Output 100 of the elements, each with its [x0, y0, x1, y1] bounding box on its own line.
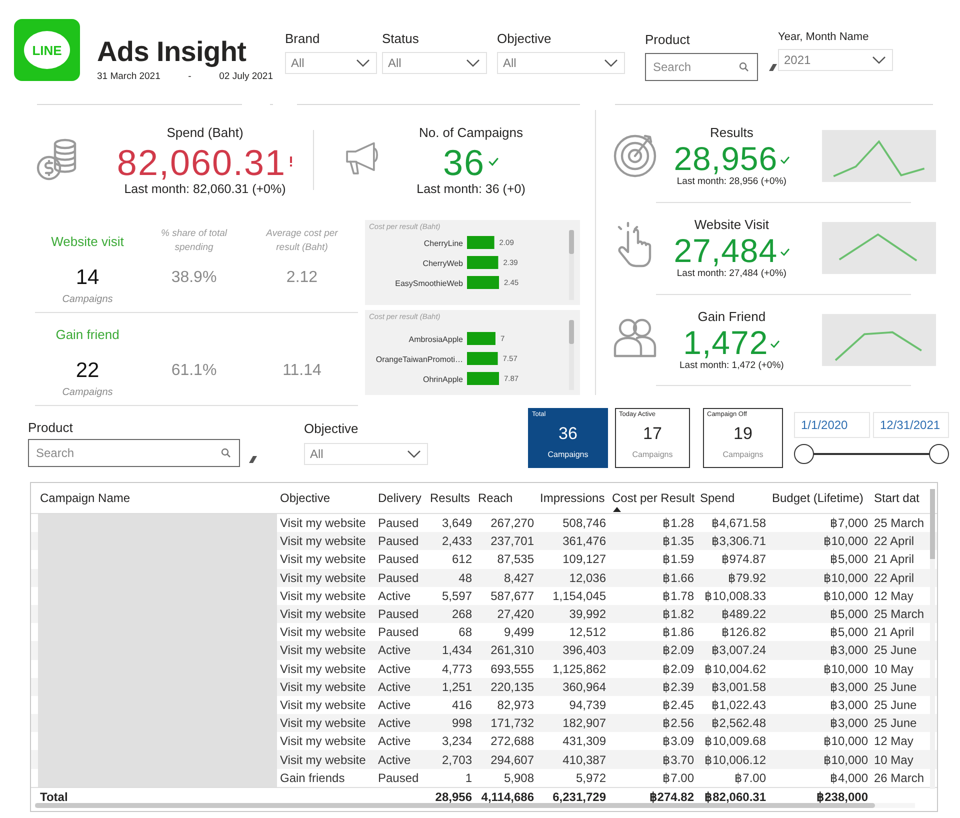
- table-cell-text: ฿1,022.43: [710, 698, 767, 712]
- table-cell-text: ฿5,000: [828, 607, 869, 622]
- slider-handle[interactable]: [794, 444, 814, 464]
- column-header[interactable]: Budget (Lifetime): [769, 491, 871, 513]
- table-cell-text: 10 May: [873, 662, 914, 676]
- table-cell-text: ฿5,000: [828, 625, 869, 640]
- cost-value: 2.12: [286, 269, 318, 287]
- table-cell-text: Paused: [377, 607, 420, 622]
- metric-title: Results: [710, 125, 754, 140]
- table-cell-text: ฿974.87: [720, 552, 767, 566]
- table-cell-text: 26 March: [873, 770, 926, 785]
- table-cell-text: 261,310: [490, 643, 535, 658]
- column-header[interactable]: Objective: [277, 491, 375, 513]
- check-icon: [780, 247, 790, 257]
- table-cell-text: Paused: [377, 516, 420, 530]
- table-cell-text: 5,972: [574, 770, 607, 785]
- total-cell-text: ฿238,000: [816, 790, 869, 804]
- table-cell-text: Visit my website: [279, 734, 367, 748]
- table-cell-text: 360,964: [562, 680, 607, 694]
- table-cell-text: 3,649: [440, 516, 473, 530]
- column-header[interactable]: Start dat: [871, 491, 928, 513]
- search-field[interactable]: Search: [645, 53, 758, 81]
- table-cell-text: Visit my website: [279, 625, 367, 640]
- table-cell-text: 25 June: [873, 680, 918, 694]
- table-cell-text: Visit my website: [279, 752, 367, 767]
- table-cell-text: 431,309: [562, 734, 607, 748]
- table-cell-text: 12,512: [568, 625, 607, 640]
- table-cell-text: 12,036: [568, 570, 607, 585]
- range-slider[interactable]: [794, 443, 949, 465]
- scrollbar[interactable]: [35, 803, 915, 808]
- table-cell-text: Visit my website: [279, 716, 367, 730]
- table-cell-text: ฿4,671.58: [710, 516, 767, 530]
- table-cell-text: ฿4,000: [828, 770, 869, 785]
- dropdown[interactable]: All: [382, 52, 487, 74]
- table-cell-text: 171,732: [490, 716, 535, 730]
- sort-icon: [613, 507, 621, 512]
- table-cell-text: 21 April: [873, 552, 916, 566]
- dropdown[interactable]: 2021: [778, 49, 893, 71]
- table-cell-text: ฿10,000: [822, 752, 869, 767]
- filter-label: Objective: [304, 421, 360, 436]
- unit-label: Campaigns: [62, 387, 113, 398]
- filter-label: Objective: [497, 31, 552, 46]
- bar: [467, 352, 498, 365]
- table-cell-text: ฿2.09: [662, 643, 695, 658]
- comparison-text: Last month: 82,060.31 (+0%): [124, 182, 286, 196]
- date-field[interactable]: 12/31/2021: [873, 412, 949, 438]
- table-cell-text: ฿1.78: [662, 588, 695, 603]
- dashboard-title: Ads Insight: [97, 36, 248, 68]
- campaign-count: 22: [76, 359, 100, 383]
- table-cell-text: 1: [464, 770, 473, 785]
- metric-title: Gain Friend: [698, 309, 766, 324]
- table-cell-text: ฿10,000: [822, 588, 869, 603]
- dropdown[interactable]: All: [285, 52, 377, 74]
- table-cell-text: 5,908: [502, 770, 535, 785]
- dropdown[interactable]: All: [497, 52, 625, 74]
- date-field[interactable]: 1/1/2020: [794, 412, 870, 438]
- table-cell-text: ฿3,000: [828, 698, 869, 712]
- column-header[interactable]: Spend: [697, 491, 769, 513]
- kpi-title: No. of Campaigns: [418, 124, 524, 140]
- scrollbar[interactable]: [569, 230, 574, 300]
- table-cell-text: 3,234: [440, 734, 473, 748]
- dropdown[interactable]: All: [304, 443, 428, 465]
- table-cell-text: ฿10,000: [822, 570, 869, 585]
- column-header[interactable]: Results: [427, 491, 475, 513]
- chevron-icon: [466, 59, 480, 67]
- search-icon: [221, 448, 231, 458]
- objective-name: Gain friend: [56, 326, 120, 342]
- chevron-icon: [872, 56, 886, 64]
- column-header[interactable]: Campaign Name: [31, 491, 277, 513]
- search-field[interactable]: Search: [28, 439, 240, 467]
- column-header[interactable]: Impressions: [537, 491, 609, 513]
- chevron-icon: [604, 59, 618, 67]
- bar: [467, 372, 499, 385]
- check-icon: [770, 339, 780, 349]
- table-cell-text: Visit my website: [279, 516, 367, 530]
- table-cell-text: 87,535: [496, 552, 535, 566]
- unit-label: Campaigns: [62, 294, 113, 305]
- scrollbar[interactable]: [569, 320, 574, 390]
- share-value: 38.9%: [171, 269, 217, 287]
- filter-label: Year, Month Name: [778, 31, 870, 43]
- total-cell-text: 6,231,729: [552, 790, 607, 804]
- table-cell-text: ฿7.00: [662, 770, 695, 785]
- column-header[interactable]: Reach: [475, 491, 537, 513]
- slider-handle[interactable]: [929, 444, 949, 464]
- table-cell-text: Paused: [377, 552, 420, 566]
- column-header[interactable]: Cost per Result: [609, 491, 697, 513]
- column-header[interactable]: Delivery: [375, 491, 427, 513]
- table-cell-text: 8,427: [502, 570, 535, 585]
- table-cell-text: ฿1.66: [662, 570, 695, 585]
- table-cell-text: 272,688: [490, 734, 535, 748]
- table-cell-text: 267,270: [490, 516, 535, 530]
- filter-label: Product: [28, 420, 74, 435]
- table-cell-text: 25 June: [873, 698, 918, 712]
- filter-label: Status: [382, 31, 420, 46]
- table-cell-text: Gain friends: [279, 770, 346, 785]
- filter-label: Brand: [285, 31, 321, 46]
- table-cell-text: 268: [450, 607, 473, 622]
- scrollbar[interactable]: [930, 489, 935, 789]
- table-cell-text: 416: [450, 698, 473, 712]
- comparison-text: Last month: 27,484 (+0%): [676, 268, 786, 279]
